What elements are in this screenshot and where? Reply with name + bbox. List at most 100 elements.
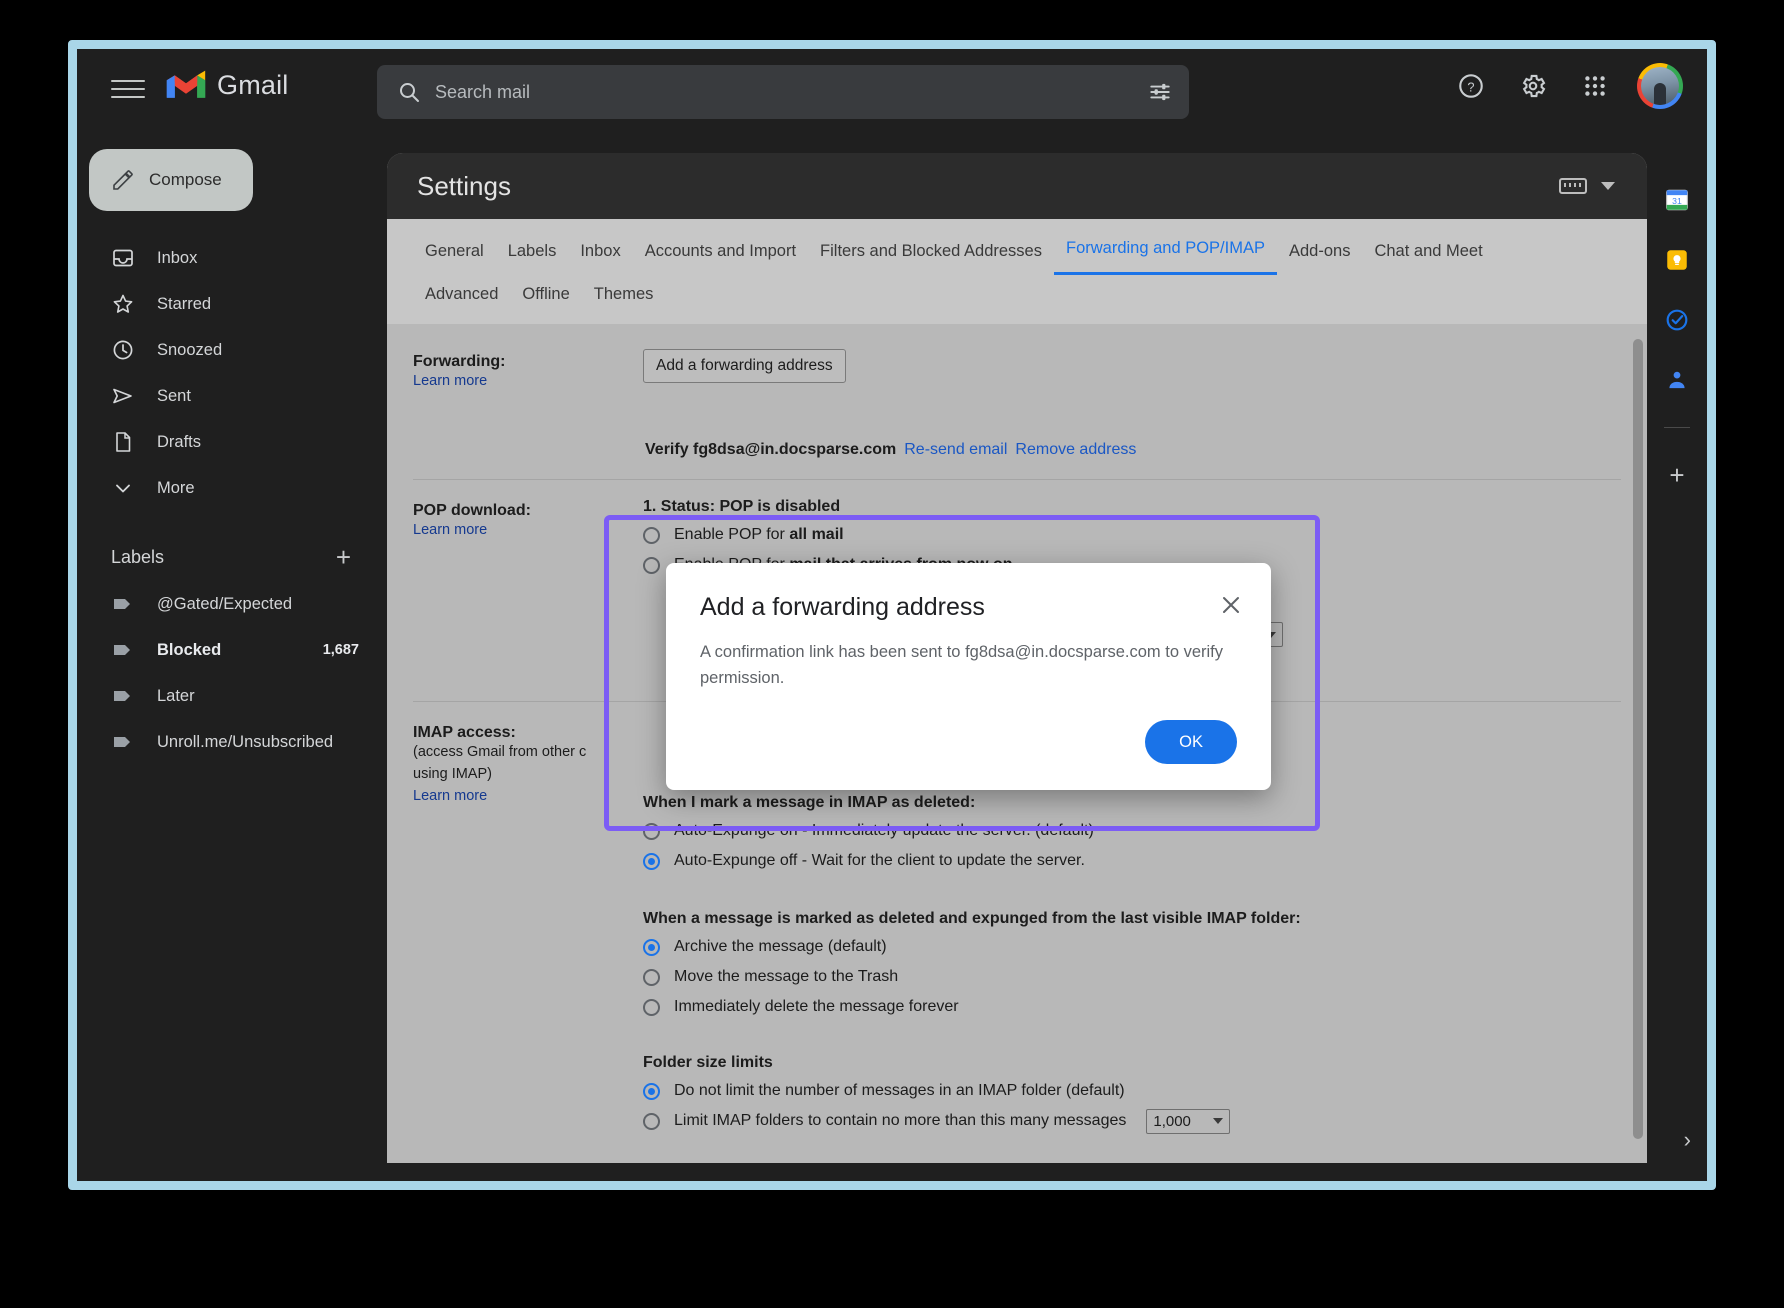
imap-delete-option-2[interactable]: Auto-Expunge off - Wait for the client t… — [643, 846, 1621, 876]
resend-email-link[interactable]: Re-send email — [904, 441, 1007, 459]
pop-learn-more-link[interactable]: Learn more — [413, 522, 487, 538]
radio-no-folder-limit[interactable] — [643, 1082, 660, 1100]
add-label-icon[interactable]: + — [336, 544, 351, 570]
tasks-icon[interactable] — [1664, 307, 1690, 333]
imap-expunge-option-2-label: Move the message to the Trash — [674, 968, 899, 985]
avatar[interactable] — [1637, 63, 1683, 109]
folder-limit-option-2[interactable]: Limit IMAP folders to contain no more th… — [643, 1106, 1621, 1136]
radio-folder-limit[interactable] — [643, 1112, 660, 1130]
list-item[interactable]: Unroll.me/Unsubscribed — [77, 719, 387, 765]
main-menu-icon[interactable] — [111, 75, 145, 103]
settings-scrollbar[interactable] — [1633, 339, 1643, 1163]
folder-size-limits-heading: Folder size limits — [643, 1054, 773, 1071]
apps-grid-icon[interactable] — [1575, 66, 1615, 106]
forwarding-label: Forwarding: — [413, 353, 506, 370]
svg-text:?: ? — [1467, 79, 1474, 94]
tab-add-ons[interactable]: Add-ons — [1277, 234, 1362, 275]
add-app-icon[interactable]: + — [1669, 462, 1684, 488]
forwarding-section: Forwarding: Learn more Add a forwarding … — [387, 331, 1647, 459]
tab-chat-and-meet[interactable]: Chat and Meet — [1362, 234, 1494, 275]
gmail-logo-icon — [166, 70, 206, 98]
tab-labels[interactable]: Labels — [496, 234, 569, 275]
pop-option-all-mail[interactable]: Enable POP for all mail — [643, 520, 1621, 550]
radio-pop-all-mail[interactable] — [643, 526, 660, 544]
calendar-icon[interactable]: 31 — [1664, 187, 1690, 213]
list-item[interactable]: @Gated/Expected — [77, 581, 387, 627]
sidebar-item-drafts[interactable]: Drafts — [77, 419, 387, 465]
verify-address-text: Verify fg8dsa@in.docsparse.com — [645, 441, 897, 458]
settings-header-actions — [1559, 178, 1625, 194]
imap-expunge-option-1[interactable]: Archive the message (default) — [643, 932, 1621, 962]
sidebar-item-label: Snoozed — [157, 340, 223, 359]
imap-learn-more-link[interactable]: Learn more — [413, 788, 487, 804]
gmail-app: Gmail Search mail ? Compose Inbox Starre… — [77, 49, 1707, 1181]
radio-move-to-trash[interactable] — [643, 968, 660, 986]
brand-label: Gmail — [217, 69, 289, 100]
keep-icon[interactable] — [1664, 247, 1690, 273]
list-item[interactable]: Blocked 1,687 — [77, 627, 387, 673]
tab-offline[interactable]: Offline — [510, 277, 581, 318]
nav-list: Inbox Starred Snoozed Sent Drafts More L… — [77, 235, 387, 765]
imap-expunge-option-2[interactable]: Move the message to the Trash — [643, 962, 1621, 992]
verify-row: Verify fg8dsa@in.docsparse.com Re-send e… — [643, 441, 1621, 459]
pencil-icon — [113, 170, 133, 190]
imap-expunge-option-3-label: Immediately delete the message forever — [674, 998, 959, 1015]
imap-expunge-heading: When a message is marked as deleted and … — [643, 910, 1301, 927]
top-right-actions: ? — [1451, 63, 1683, 109]
contacts-icon[interactable] — [1664, 367, 1690, 393]
side-app-rail: 31 + — [1647, 153, 1707, 1181]
keyboard-icon[interactable] — [1559, 178, 1587, 194]
compose-button[interactable]: Compose — [89, 149, 253, 211]
sidebar-item-starred[interactable]: Starred — [77, 281, 387, 327]
search-input[interactable] — [435, 81, 1147, 103]
radio-delete-forever[interactable] — [643, 998, 660, 1016]
imap-expunge-option-3[interactable]: Immediately delete the message forever — [643, 992, 1621, 1022]
add-forwarding-address-button[interactable]: Add a forwarding address — [643, 349, 846, 383]
radio-archive-message[interactable] — [643, 938, 660, 956]
sidebar-item-label: Inbox — [157, 248, 198, 267]
tab-filters-and-blocked-addresses[interactable]: Filters and Blocked Addresses — [808, 234, 1054, 275]
divider — [1664, 427, 1690, 428]
expand-panel-icon[interactable]: › — [1684, 1127, 1691, 1153]
label-tag-icon — [114, 691, 130, 701]
chevron-down-icon[interactable] — [1601, 182, 1615, 190]
label-name: Later — [157, 686, 195, 705]
ok-button[interactable]: OK — [1145, 720, 1237, 764]
tab-general[interactable]: General — [413, 234, 496, 275]
label-tag-icon — [114, 599, 130, 609]
sidebar-item-snoozed[interactable]: Snoozed — [77, 327, 387, 373]
close-icon[interactable] — [1217, 591, 1245, 619]
label-tag-icon — [114, 645, 130, 655]
pop-download-label: POP download: — [413, 502, 531, 519]
gear-icon[interactable] — [1513, 66, 1553, 106]
folder-limit-select[interactable]: 1,000 — [1146, 1108, 1230, 1134]
radio-pop-from-now-on[interactable] — [643, 556, 660, 574]
scrollbar-thumb[interactable] — [1633, 339, 1643, 1139]
folder-limit-option-1[interactable]: Do not limit the number of messages in a… — [643, 1076, 1621, 1106]
imap-delete-option-1-label: Auto-Expunge on - Immediately update the… — [674, 822, 1094, 839]
list-item[interactable]: Later — [77, 673, 387, 719]
folder-limit-option-1-label: Do not limit the number of messages in a… — [674, 1082, 1125, 1099]
search-options-icon[interactable] — [1147, 79, 1173, 105]
label-name: Unroll.me/Unsubscribed — [157, 732, 334, 751]
tab-accounts-and-import[interactable]: Accounts and Import — [633, 234, 808, 275]
radio-auto-expunge-off[interactable] — [643, 852, 660, 870]
help-circle-icon[interactable]: ? — [1451, 66, 1491, 106]
forwarding-learn-more-link[interactable]: Learn more — [413, 373, 487, 389]
gmail-brand[interactable]: Gmail — [165, 69, 289, 101]
folder-limit-select-value: 1,000 — [1153, 1112, 1191, 1130]
radio-auto-expunge-on[interactable] — [643, 822, 660, 840]
settings-tabs: General Labels Inbox Accounts and Import… — [387, 219, 1647, 324]
sidebar-item-more[interactable]: More — [77, 465, 387, 511]
search-bar[interactable] — [377, 65, 1189, 119]
tab-inbox[interactable]: Inbox — [568, 234, 632, 275]
sidebar-item-sent[interactable]: Sent — [77, 373, 387, 419]
tab-advanced[interactable]: Advanced — [413, 277, 510, 318]
tab-themes[interactable]: Themes — [582, 277, 666, 318]
imap-delete-option-1[interactable]: Auto-Expunge on - Immediately update the… — [643, 816, 1621, 846]
settings-header: Settings — [387, 153, 1647, 219]
sidebar-item-inbox[interactable]: Inbox — [77, 235, 387, 281]
labels-title: Labels — [111, 546, 165, 567]
remove-address-link[interactable]: Remove address — [1015, 441, 1136, 459]
tab-forwarding-and-pop-imap[interactable]: Forwarding and POP/IMAP — [1053, 231, 1277, 275]
